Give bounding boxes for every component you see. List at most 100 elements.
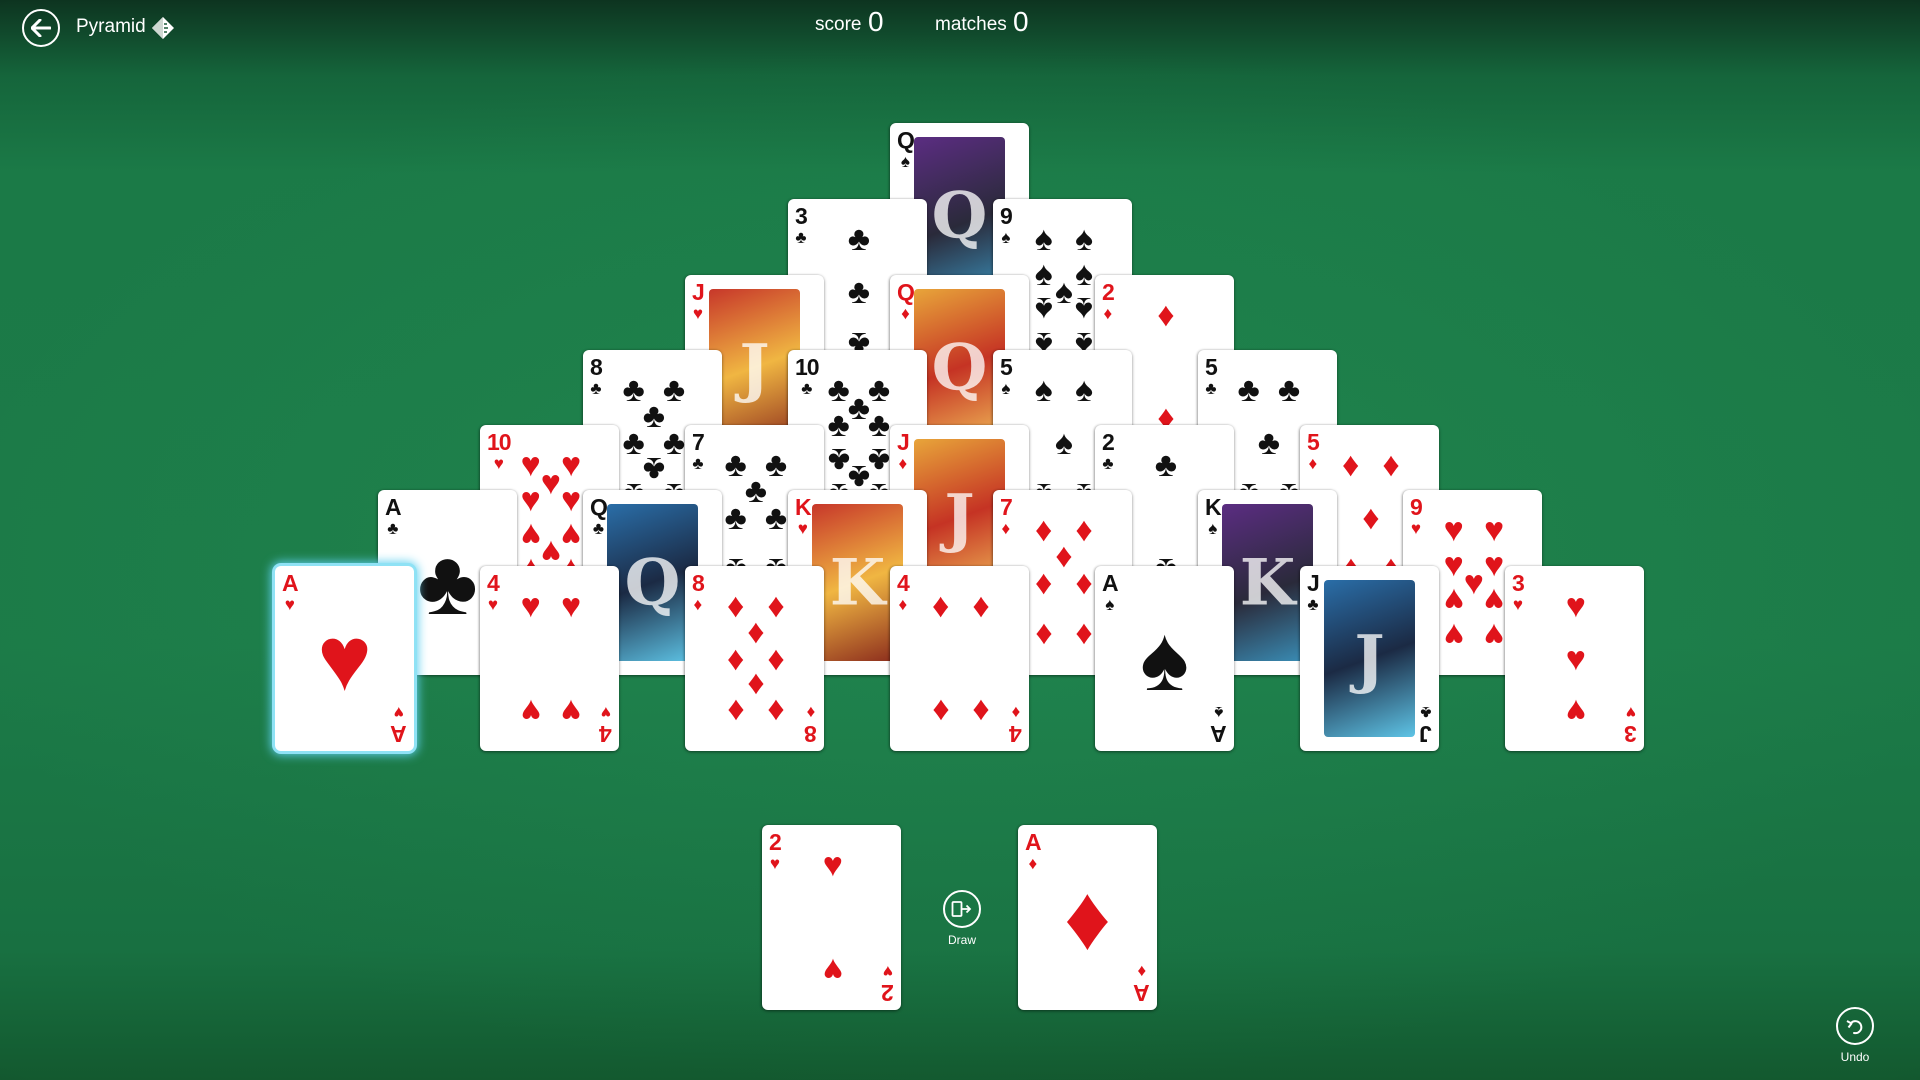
hearts-suit-icon: ♥ [284,595,295,614]
card-corner-index: 2 ♥ [882,962,894,1006]
spades-pip-icon: ♠ [1075,219,1094,258]
card-corner-index: 2♦ [1102,281,1115,323]
face-card-art: Q [914,289,1005,446]
card-rank: 9 [1000,203,1013,229]
diamonds-suit-icon: ♦ [1137,962,1147,981]
diamonds-pip-icon: ♦ [767,692,785,731]
card-corner-index: A ♥ [391,703,407,747]
hearts-pip-icon: ♥ [520,692,541,731]
clubs-pip-icon: ♣ [764,445,788,484]
clubs-suit-icon: ♣ [592,519,605,538]
diamonds-pip-icon: ♦ [1157,295,1175,334]
clubs-suit-icon: ♣ [1205,379,1217,398]
card-rank: 5 [1205,354,1218,380]
diamonds-pip-icon: ♦ [1342,445,1360,484]
clubs-pip-icon: ♣ [724,498,747,537]
hearts-pip-icon: ♥ [520,515,541,554]
card-corner-index: 4 ♦ [897,570,910,614]
spades-pip-icon: ♠ [1034,289,1053,328]
card-a-of-spades[interactable]: A ♠ A ♠ ♠ [1095,566,1234,751]
clubs-pip-icon: ♣ [1257,423,1281,462]
card-rank: 8 [692,570,705,596]
card-rank: A [385,494,402,520]
diamonds-suit-icon: ♦ [898,595,908,614]
clubs-suit-icon: ♣ [1102,454,1114,473]
hearts-pip-icon: ♥ [560,445,582,484]
card-corner-index: 5♣ [1205,354,1218,398]
spades-suit-icon: ♠ [1001,379,1011,398]
card-2-of-hearts[interactable]: 2 ♥ 2 ♥ ♥ ♥ [762,825,901,1010]
card-j-of-clubs[interactable]: J ♣ J ♣ J [1300,566,1439,751]
clubs-pip-icon: ♣ [764,498,788,537]
card-rank: 2 [882,980,894,1006]
card-corner-index: J♥ [692,281,705,323]
clubs-suit-icon: ♣ [1307,595,1319,614]
card-corner-index: 9♠ [1000,203,1013,247]
diamonds-pip-icon: ♦ [1035,510,1053,549]
card-corner-index: 2♣ [1102,431,1115,473]
hearts-pip-icon: ♥ [1443,546,1464,585]
face-card-portrait-icon: J [944,480,975,555]
hearts-pip-icon: ♥ [1443,616,1464,655]
hearts-pip-icon: ♥ [1483,510,1505,549]
card-corner-index: A ♦ [1134,962,1150,1006]
card-rank: J [1420,721,1432,747]
card-a-of-diamonds[interactable]: A ♦ A ♦ ♦ [1018,825,1157,1010]
hearts-suit-icon: ♥ [797,519,808,538]
card-8-of-diamonds[interactable]: 8 ♦ 8 ♦ ♦ ♦ ♦ ♦ ♦ ♦ ♦ ♦ [685,566,824,751]
clubs-pip-icon: ♣ [724,445,747,484]
clubs-pip-icon: ♣ [622,370,645,409]
diamonds-suit-icon: ♦ [901,304,910,323]
card-rank: 10 [487,429,512,455]
spades-pip-icon: ♠ [1034,219,1053,258]
clubs-pip-icon: ♣ [867,440,891,479]
card-4-of-diamonds[interactable]: 4 ♦ 4 ♦ ♦ ♦ ♦ ♦ [890,566,1029,751]
card-3-of-hearts[interactable]: 3 ♥ 3 ♥ ♥ ♥ ♥ [1505,566,1644,751]
diamonds-pip-icon: ♦ [1075,616,1093,655]
card-rank: Q [897,127,915,153]
draw-button[interactable]: Draw [932,890,992,947]
clubs-suit-icon: ♣ [590,379,602,398]
clubs-pip-icon: ♣ [867,370,891,409]
clubs-suit-icon: ♣ [1420,703,1432,722]
spades-pip-icon: ♠ [1034,255,1053,294]
diamonds-pip-icon: ♦ [1035,616,1053,655]
card-corner-index: 2 ♥ [769,831,782,873]
hearts-pip-icon: ♥ [560,692,582,731]
diamonds-pip-icon: ♦ [747,613,765,652]
card-corner-index: J ♣ [1307,572,1320,614]
diamonds-pip-icon: ♦ [1075,510,1093,549]
card-corner-index: 4 ♦ [1010,703,1022,747]
diamonds-pip-icon: ♦ [767,639,785,678]
undo-icon [1846,1020,1863,1035]
hearts-pip-icon: ♥ [520,586,541,625]
card-corner-index: 8 ♦ [692,570,705,614]
diamonds-pip-icon: ♦ [1382,445,1400,484]
card-rank: 4 [897,570,910,596]
diamonds-suit-icon: ♦ [693,595,703,614]
card-corner-index: A ♠ [1102,572,1119,614]
diamonds-pip-icon: ♦ [972,586,990,625]
card-rank: Q [590,494,608,520]
hearts-suit-icon: ♥ [493,454,504,473]
matches-label: matches [935,14,1007,35]
diamonds-suit-icon: ♦ [1011,703,1021,722]
card-4-of-hearts[interactable]: 4 ♥ 4 ♥ ♥ ♥ ♥ ♥ [480,566,619,751]
card-a-of-hearts[interactable]: A ♥ A ♥ ♥ [275,566,414,751]
card-corner-index: A ♥ [282,572,299,614]
hearts-suit-icon: ♥ [317,607,372,710]
back-button[interactable] [22,9,60,47]
card-rank: 7 [692,429,705,455]
card-corner-index: 7♦ [1000,496,1013,538]
card-rank: 4 [600,721,612,747]
card-corner-index: J♦ [897,431,910,473]
clubs-pip-icon: ♣ [662,423,686,462]
diamonds-pip-icon: ♦ [1362,498,1380,537]
card-rank: Q [897,279,915,305]
hearts-pip-icon: ♥ [1565,586,1586,625]
card-rank: A [1211,721,1227,747]
undo-button[interactable]: Undo [1825,1007,1885,1064]
card-corner-index: 3♣ [795,205,808,247]
diamonds-pip-icon: ♦ [972,692,990,731]
card-corner-index: 10♣ [795,356,820,398]
